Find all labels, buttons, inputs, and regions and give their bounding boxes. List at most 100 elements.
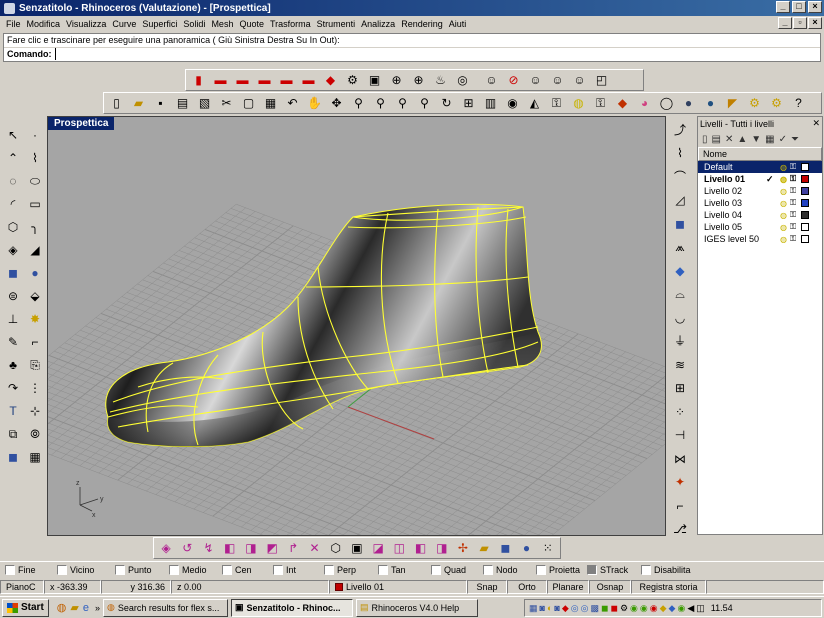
menu-analizza[interactable]: Analizza <box>358 19 398 29</box>
car-icon[interactable]: ▬ <box>254 70 275 90</box>
undo-view-icon[interactable]: ↻ <box>436 93 457 113</box>
loft-icon[interactable]: ◿ <box>669 189 691 213</box>
menu-mesh[interactable]: Mesh <box>208 19 236 29</box>
status-cplane[interactable]: PianoC <box>0 579 44 594</box>
layer-visible-bulb-icon[interactable]: ◍ <box>780 163 790 172</box>
dimension-icon[interactable]: ⊥ <box>2 307 24 330</box>
checkbox-box[interactable] <box>5 564 15 575</box>
status-osnap-button[interactable]: Osnap <box>589 579 631 594</box>
osnap-quad-checkbox[interactable]: Quad <box>426 564 478 575</box>
pan-hand-icon[interactable]: ✋ <box>304 93 325 113</box>
sphere-wire-icon[interactable]: ◯ <box>656 93 677 113</box>
paste-icon[interactable]: ▦ <box>260 93 281 113</box>
layers-close-icon[interactable]: ✕ <box>812 118 820 129</box>
face-icon[interactable]: ☺ <box>525 70 546 90</box>
car-icon[interactable]: ▬ <box>298 70 319 90</box>
circle-icon[interactable]: ◌ <box>2 169 24 192</box>
settings-icon[interactable]: ⚙ <box>744 93 765 113</box>
layer-color-swatch[interactable] <box>801 211 809 219</box>
layer-visible-bulb-icon[interactable]: ◍ <box>780 199 790 208</box>
folder-quicklaunch-icon[interactable]: ▰ <box>70 601 78 614</box>
checkbox-box[interactable] <box>57 564 67 575</box>
lock-icon[interactable]: ⚿ <box>546 93 567 113</box>
checkbox-box[interactable] <box>431 564 441 575</box>
doc-restore-button[interactable]: ▫ <box>793 17 807 29</box>
arc-icon[interactable]: ◜ <box>2 192 24 215</box>
light-icon[interactable]: ♨ <box>430 70 451 90</box>
osnap-proietta-checkbox[interactable]: Proietta <box>531 564 582 575</box>
layer-row[interactable]: IGES level 50 ◍ ⚿ <box>698 233 822 245</box>
layer-color-swatch[interactable] <box>801 187 809 195</box>
menu-aiuti[interactable]: Aiuti <box>446 19 470 29</box>
checkbox-box[interactable] <box>115 564 125 575</box>
osnap-strack-checkbox[interactable]: STrack <box>582 564 636 575</box>
menu-visualizza[interactable]: Visualizza <box>63 19 109 29</box>
diamond-icon[interactable]: ◆ <box>669 259 691 283</box>
status-snap-button[interactable]: Snap <box>467 579 507 594</box>
firefox-quicklaunch-icon[interactable]: ◍ <box>57 601 67 614</box>
layer-visible-bulb-icon[interactable]: ◍ <box>780 175 790 184</box>
menu-superfici[interactable]: Superfici <box>139 19 180 29</box>
tray-icon[interactable]: ◼ <box>601 603 608 614</box>
more-quicklaunch-icon[interactable]: » <box>95 603 100 613</box>
menu-modifica[interactable]: Modifica <box>24 19 64 29</box>
speaker-icon[interactable]: ◀ <box>687 603 694 614</box>
menu-curve[interactable]: Curve <box>109 19 139 29</box>
polyline-icon[interactable]: ⌃ <box>2 146 24 169</box>
osnap-int-checkbox[interactable]: Int <box>268 564 319 575</box>
bend-icon[interactable]: ⌐ <box>669 494 691 518</box>
layer-row[interactable]: Livello 03 ◍ ⚿ <box>698 197 822 209</box>
render-red-icon[interactable]: ▮ <box>188 70 209 90</box>
select-icon[interactable]: ◭ <box>524 93 545 113</box>
zoom-selected-icon[interactable]: ⚲ <box>414 93 435 113</box>
layer-row[interactable]: Livello 05 ◍ ⚿ <box>698 221 822 233</box>
array-icon[interactable]: ⋮ <box>24 376 46 399</box>
task-rhino-help[interactable]: ▤ Rhinoceros V4.0 Help <box>356 598 479 617</box>
zoom-extents-icon[interactable]: ⚲ <box>392 93 413 113</box>
tray-icon[interactable]: ◙ <box>554 603 559 613</box>
ellipse-icon[interactable]: ⬭ <box>24 169 46 192</box>
tray-icon[interactable]: ◆ <box>562 603 569 614</box>
cross-icon[interactable]: ✕ <box>304 538 324 558</box>
arrow-icon[interactable]: ↱ <box>283 538 303 558</box>
transform-icon[interactable]: ⧉ <box>2 422 24 445</box>
close-button[interactable]: × <box>808 1 822 13</box>
status-planar-button[interactable]: Planare <box>547 579 589 594</box>
osnap-disabilita-checkbox[interactable]: Disabilita <box>636 564 696 575</box>
layer-lock-icon[interactable]: ⚿ <box>790 174 801 184</box>
scatter-icon[interactable]: ⁙ <box>538 538 558 558</box>
folder-icon[interactable]: ▰ <box>474 538 494 558</box>
target-icon[interactable]: ⊕ <box>386 70 407 90</box>
scale-icon[interactable]: ✦ <box>669 471 691 495</box>
rotate-icon[interactable]: ↺ <box>177 538 197 558</box>
group-icon[interactable]: ⎘ <box>24 353 46 376</box>
delete-layer-icon[interactable]: ✕ <box>725 134 733 145</box>
zoom-window-icon[interactable]: ⚲ <box>370 93 391 113</box>
curve-icon[interactable]: ⌇ <box>24 146 46 169</box>
rebuild-icon[interactable]: ⌇ <box>669 142 691 166</box>
cube-icon[interactable]: ▣ <box>347 538 367 558</box>
layer-row[interactable]: Default ◍ ⚿ <box>698 161 822 173</box>
tools-icon[interactable]: ⚙ <box>766 93 787 113</box>
layer-lock-icon[interactable]: ⚿ <box>790 210 801 220</box>
array-grid-icon[interactable]: ⊞ <box>669 377 691 401</box>
gumball-icon[interactable]: ✢ <box>453 538 473 558</box>
tray-icon[interactable]: ▩ <box>590 603 599 614</box>
layer-row[interactable]: Livello 04 ◍ ⚿ <box>698 209 822 221</box>
layout-icon[interactable]: ▥ <box>480 93 501 113</box>
surface-patch-icon[interactable]: ◩ <box>262 538 282 558</box>
car-icon[interactable]: ▬ <box>276 70 297 90</box>
checkbox-box[interactable] <box>169 564 179 575</box>
menu-strumenti[interactable]: Strumenti <box>314 19 359 29</box>
maximize-button[interactable]: □ <box>792 1 806 13</box>
minimize-button[interactable]: _ <box>776 1 790 13</box>
viewport-title[interactable]: Prospettica <box>48 117 115 130</box>
new-sublayer-icon[interactable]: ▤ <box>712 134 721 145</box>
globe-icon[interactable]: ◎ <box>452 70 473 90</box>
tray-icon[interactable]: ◎ <box>571 603 579 614</box>
network-tray-icon[interactable]: ◫ <box>696 603 705 614</box>
cut-icon[interactable]: ✂ <box>216 93 237 113</box>
mirror-icon[interactable]: ⊣ <box>669 424 691 448</box>
fillet-curve-icon[interactable]: ╮ <box>24 215 46 238</box>
eye-icon[interactable]: ◉ <box>502 93 523 113</box>
